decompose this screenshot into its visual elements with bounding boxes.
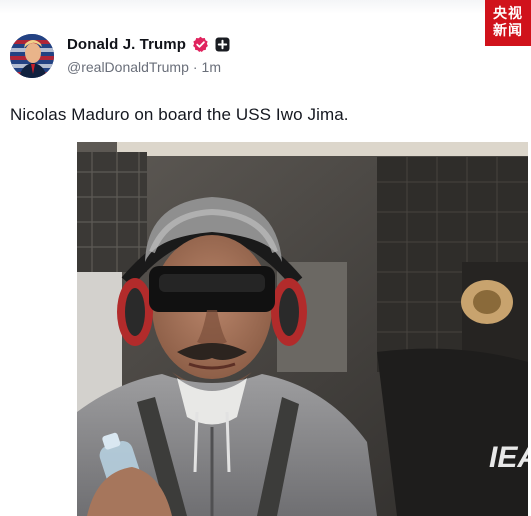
post-photo[interactable]: IEA — [77, 142, 528, 516]
watermark-line1: 央视 — [493, 6, 523, 22]
author-handle-row: @realDonaldTrump · 1m — [67, 59, 221, 75]
author-handle[interactable]: @realDonaldTrump — [67, 59, 189, 75]
author-display-name[interactable]: Donald J. Trump — [67, 36, 186, 53]
photo-image: IEA — [77, 142, 528, 516]
post-text: Nicolas Maduro on board the USS Iwo Jima… — [10, 105, 349, 124]
separator-dot: · — [192, 59, 198, 75]
plus-badge-icon — [215, 37, 230, 52]
avatar[interactable] — [10, 34, 54, 78]
cctv-news-watermark: 央视 新闻 — [485, 0, 531, 46]
photo-visible-text: IEA — [489, 441, 528, 474]
author-name-row: Donald J. Trump — [67, 34, 230, 54]
post-timestamp[interactable]: 1m — [202, 59, 221, 75]
watermark-line2: 新闻 — [493, 23, 523, 39]
verified-badge-icon — [192, 36, 209, 53]
flag-portrait-avatar-icon — [10, 34, 54, 78]
social-post: Donald J. Trump @realDonaldTrump · 1m Ni… — [0, 0, 531, 516]
